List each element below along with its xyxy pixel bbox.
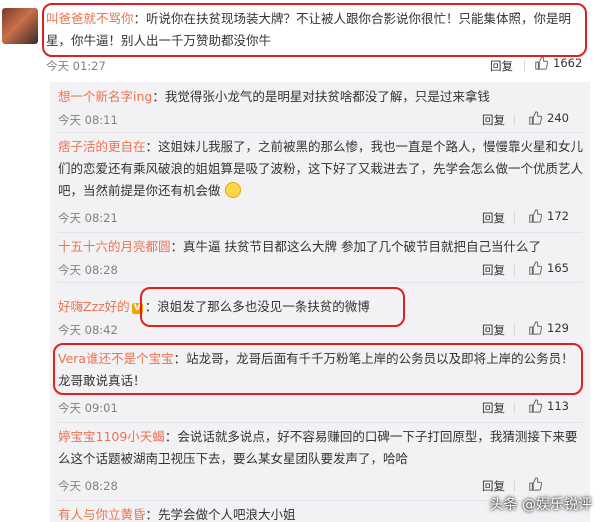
- reply-timestamp: 今天 08:42: [58, 323, 118, 337]
- reply-username[interactable]: 十五十六的月亮都圆: [58, 239, 171, 254]
- reply-timestamp: 今天 08:21: [58, 211, 118, 225]
- main-comment: 叫爸爸就不骂你：听说你在扶贫现场装大牌？不让被人跟你合影说你很忙！只能集体照，你…: [0, 0, 600, 78]
- like-count: 165: [547, 261, 569, 275]
- reply-body: ：真牛逼 扶贫节目都这么大牌 参加了几个破节目就把自己当什么了: [170, 239, 541, 254]
- avatar[interactable]: [2, 8, 38, 44]
- thumbs-up-icon: [529, 321, 542, 335]
- divider: [514, 264, 515, 276]
- like-button[interactable]: 113: [528, 399, 569, 413]
- divider: [58, 344, 582, 345]
- reply-username[interactable]: 有人与你立黄昏: [58, 507, 146, 522]
- like-button[interactable]: 1662: [534, 56, 582, 70]
- like-count: 1662: [553, 56, 583, 70]
- like-count: 240: [547, 111, 569, 125]
- divider: [524, 60, 525, 72]
- list-item: Vera谁还不是个宝宝：站龙哥，龙哥后面有千千万粉笔上岸的公务员以及即将上岸的公…: [58, 348, 586, 392]
- divider: [58, 422, 582, 423]
- divider: [514, 212, 515, 224]
- thumbs-up-icon: [529, 111, 542, 125]
- divider: [514, 114, 515, 126]
- list-item: 婷宝宝1109小天蝎：会说话就多说点，好不容易赚回的口碑一下子打回原型，我猜测接…: [58, 426, 586, 470]
- reply-username[interactable]: Vera谁还不是个宝宝: [58, 351, 174, 366]
- thumbs-up-icon: [529, 477, 542, 491]
- reply-timestamp: 今天 08:28: [58, 479, 118, 493]
- list-item: 想一个新名字ing：我觉得张小龙气的是明星对扶贫啥都没了解，只是过来拿钱: [58, 86, 586, 108]
- reply-button[interactable]: 回复: [490, 58, 513, 74]
- like-count: 172: [547, 209, 569, 223]
- reply-timestamp: 今天 09:01: [58, 401, 118, 415]
- divider: [514, 480, 515, 492]
- reply-username[interactable]: 好嗨Zzz好的: [58, 299, 130, 314]
- comment-timestamp: 今天 01:27: [46, 59, 106, 73]
- divider: [58, 282, 582, 283]
- like-button[interactable]: 240: [528, 111, 569, 125]
- like-count: 113: [547, 399, 569, 413]
- list-item: 痞子活的更自在：这姐妹儿我服了，之前被黑的那么惨，我也一直是个路人，慢慢靠火星和…: [58, 136, 586, 202]
- reply-username[interactable]: 婷宝宝1109小天蝎: [58, 429, 165, 444]
- thumbs-up-icon: [535, 56, 548, 70]
- vip-badge-icon: V: [131, 303, 143, 314]
- comment-username[interactable]: 叫爸爸就不骂你: [46, 11, 134, 26]
- reply-username[interactable]: 痞子活的更自在: [58, 139, 146, 154]
- like-button[interactable]: 172: [528, 209, 569, 223]
- reply-username[interactable]: 想一个新名字ing: [58, 89, 152, 104]
- main-comment-text: 叫爸爸就不骂你：听说你在扶贫现场装大牌？不让被人跟你合影说你很忙！只能集体照，你…: [46, 8, 581, 52]
- reply-button[interactable]: 回复: [482, 262, 505, 278]
- reply-body: ：我觉得张小龙气的是明星对扶贫啥都没了解，只是过来拿钱: [152, 89, 490, 104]
- reply-timestamp: 今天 08:11: [58, 113, 118, 127]
- reply-body: ：浪姐发了那么多也没见一条扶贫的微博: [144, 299, 370, 314]
- like-button[interactable]: 165: [528, 261, 569, 275]
- like-button[interactable]: 129: [528, 321, 569, 335]
- reply-button[interactable]: 回复: [482, 210, 505, 226]
- thumbs-up-icon: [529, 209, 542, 223]
- reply-button[interactable]: 回复: [482, 112, 505, 128]
- reply-button[interactable]: 回复: [482, 400, 505, 416]
- list-item: 十五十六的月亮都圆：真牛逼 扶贫节目都这么大牌 参加了几个破节目就把自己当什么了: [58, 236, 586, 258]
- thumbs-up-icon: [529, 261, 542, 275]
- list-item: 好嗨Zzz好的 V ：浪姐发了那么多也没见一条扶贫的微博: [58, 296, 586, 318]
- reply-timestamp: 今天 08:28: [58, 263, 118, 277]
- thumbs-up-icon: [529, 399, 542, 413]
- divider: [58, 232, 582, 233]
- watermark: 头条 @娱乐锐评: [489, 497, 592, 513]
- divider: [58, 132, 582, 133]
- reply-list: 想一个新名字ing：我觉得张小龙气的是明星对扶贫啥都没了解，只是过来拿钱 今天 …: [50, 82, 590, 522]
- reply-button[interactable]: 回复: [482, 322, 505, 338]
- reply-button[interactable]: 回复: [482, 478, 505, 494]
- reply-body: ：先学会做个人吧浪大小姐: [145, 507, 296, 522]
- divider: [514, 324, 515, 336]
- like-count: 129: [547, 321, 569, 335]
- like-button[interactable]: [528, 477, 547, 491]
- divider: [514, 402, 515, 414]
- smiley-emoji-icon: [224, 182, 241, 198]
